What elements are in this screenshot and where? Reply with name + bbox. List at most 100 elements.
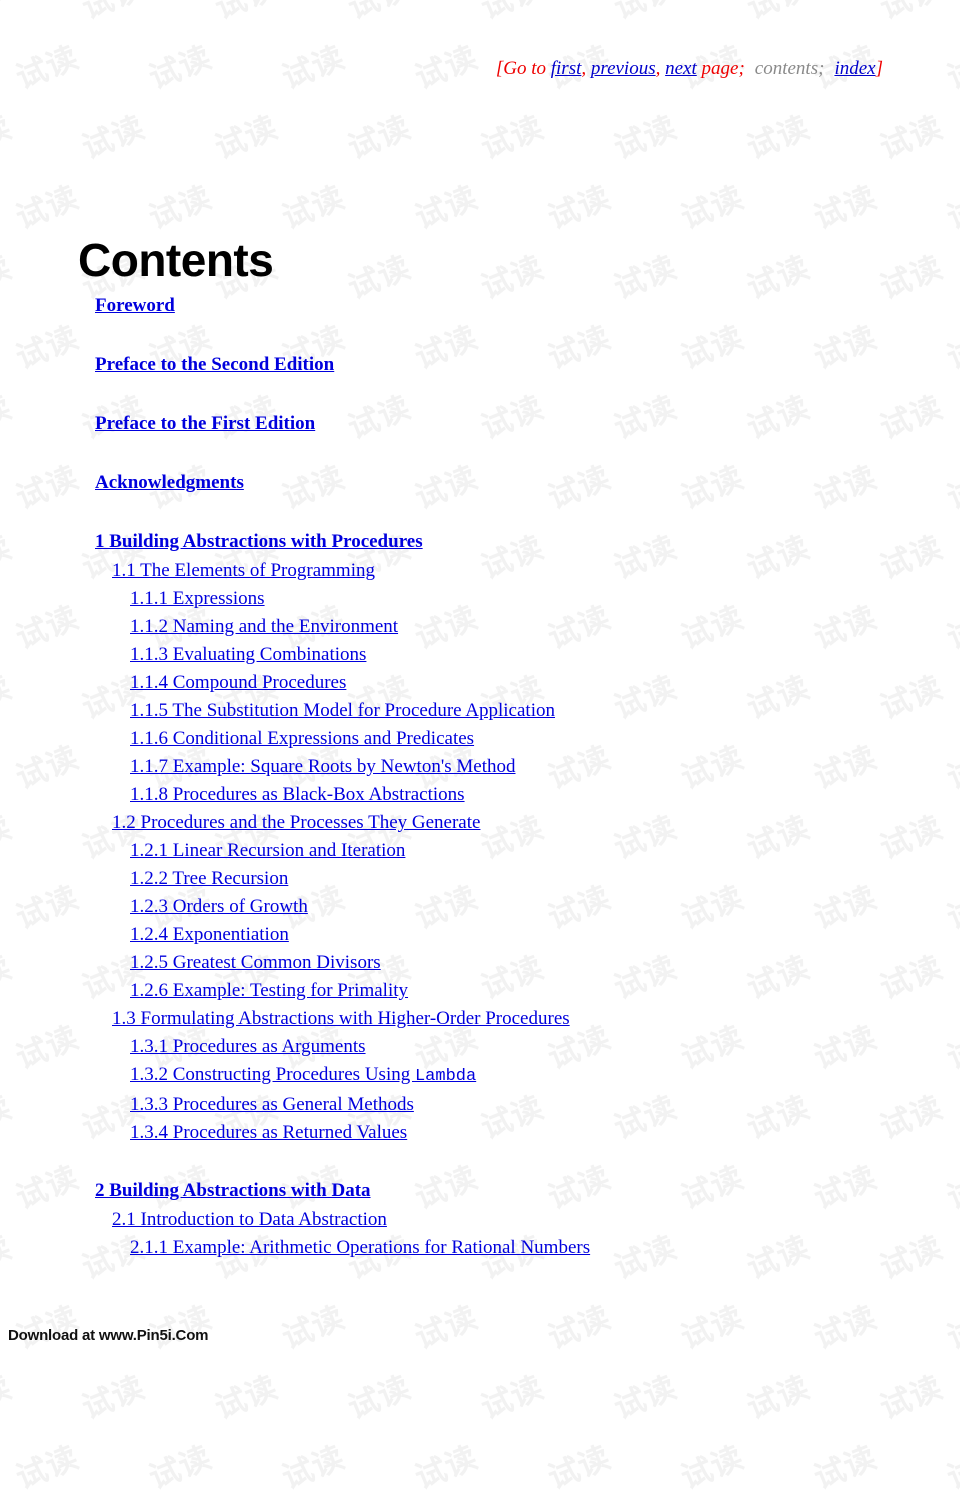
- toc-entry-link[interactable]: 1.1.4 Compound Procedures: [130, 669, 960, 697]
- toc-entry-link[interactable]: 1.1.8 Procedures as Black-Box Abstractio…: [130, 781, 960, 809]
- nav-comma-2: ,: [655, 58, 666, 79]
- toc-entry-link[interactable]: 2.1.1 Example: Arithmetic Operations for…: [130, 1234, 960, 1262]
- watermark-text: 试读: [869, 1468, 960, 1500]
- toc-entry-label: 1.3 Formulating Abstractions with Higher…: [112, 1008, 570, 1029]
- toc-entry-link[interactable]: 1.2 Procedures and the Processes They Ge…: [112, 809, 960, 837]
- watermark-text: 试读: [204, 1468, 354, 1500]
- toc-entry-link[interactable]: Foreword: [95, 291, 960, 321]
- toc-entry-label: 1.1.4 Compound Procedures: [130, 672, 347, 693]
- toc-entry-label: 1.2.5 Greatest Common Divisors: [130, 952, 381, 973]
- toc-entry-label: 1.3.4 Procedures as Returned Values: [130, 1122, 408, 1143]
- toc-entry-link[interactable]: 2 Building Abstractions with Data: [95, 1176, 960, 1206]
- toc-entry-label: Acknowledgments: [95, 472, 244, 493]
- toc-entry-link[interactable]: 1.1.6 Conditional Expressions and Predic…: [130, 725, 960, 753]
- toc-entry-link[interactable]: 1.2.1 Linear Recursion and Iteration: [130, 837, 960, 865]
- toc-entry-link[interactable]: 1.2.2 Tree Recursion: [130, 865, 960, 893]
- watermark-row: 试读试读试读试读试读试读试读试读试读试读: [0, 1420, 960, 1496]
- toc-entry-link[interactable]: 1.3.3 Procedures as General Methods: [130, 1091, 960, 1119]
- toc-entry-link[interactable]: 1.1.5 The Substitution Model for Procedu…: [130, 697, 960, 725]
- toc-entry-label: 1.1.8 Procedures as Black-Box Abstractio…: [130, 784, 465, 805]
- toc-entry-link[interactable]: 2.1 Introduction to Data Abstraction: [112, 1206, 960, 1234]
- toc-entry-label: Preface to the First Edition: [95, 413, 316, 434]
- toc-entry-label: 1.3.1 Procedures as Arguments: [130, 1036, 366, 1057]
- toc-entry-label: 1.3.2 Constructing Procedures Using: [130, 1064, 415, 1085]
- toc-entry-label: 2 Building Abstractions with Data: [95, 1180, 371, 1201]
- toc-entry-link[interactable]: 1.1.7 Example: Square Roots by Newton's …: [130, 753, 960, 781]
- toc-entry-link[interactable]: 1.1.3 Evaluating Combinations: [130, 641, 960, 669]
- toc-entry-link[interactable]: 1.2.5 Greatest Common Divisors: [130, 949, 960, 977]
- watermark-text: 试读: [809, 1439, 882, 1497]
- toc-entry-link[interactable]: 1.1.1 Expressions: [130, 585, 960, 613]
- nav-link-first[interactable]: first: [551, 58, 582, 79]
- toc-entry-label: 1 Building Abstractions with Procedures: [95, 531, 423, 552]
- toc-entry-link[interactable]: 1.2.6 Example: Testing for Primality: [130, 977, 960, 1005]
- toc-group: Preface to the First Edition: [0, 409, 960, 439]
- toc-entry-label: 1.1 The Elements of Programming: [112, 560, 375, 581]
- toc-entry-label: 1.2 Procedures and the Processes They Ge…: [112, 812, 481, 833]
- toc-group: 2 Building Abstractions with Data 2.1 Int…: [0, 1176, 960, 1262]
- nav-page-text: page;: [696, 58, 745, 79]
- toc-entry-label: Preface to the Second Edition: [95, 354, 335, 375]
- watermark-text: 试读: [0, 1468, 87, 1500]
- watermark-text: 试读: [543, 1439, 616, 1497]
- watermark-text: 试读: [337, 1468, 487, 1500]
- toc-entry-label: Foreword: [95, 295, 175, 316]
- watermark-row: 试读试读试读试读试读试读试读试读试读试读: [0, 1490, 960, 1500]
- toc-entry-link[interactable]: 1.1.2 Naming and the Environment: [130, 613, 960, 641]
- watermark-text: 试读: [942, 1439, 960, 1497]
- toc-entry-label: 1.2.4 Exponentiation: [130, 924, 289, 945]
- toc-entry-label: 1.2.6 Example: Testing for Primality: [130, 980, 409, 1001]
- watermark-text: 试读: [603, 1468, 753, 1500]
- toc-entry-link[interactable]: 1 Building Abstractions with Procedures: [95, 527, 960, 557]
- watermark-text: 试读: [470, 1468, 620, 1500]
- toc-entry-label: 1.2.2 Tree Recursion: [130, 868, 289, 889]
- toc-entry-label: 1.1.7 Example: Square Roots by Newton's …: [130, 756, 516, 777]
- toc-group: Foreword: [0, 291, 960, 321]
- toc-entry-link[interactable]: Acknowledgments: [95, 468, 960, 498]
- toc-entry-label: 1.1.2 Naming and the Environment: [130, 616, 399, 637]
- watermark-text: 试读: [676, 1439, 749, 1497]
- toc-entry-label: 1.2.1 Linear Recursion and Iteration: [130, 840, 406, 861]
- toc-group: Preface to the Second Edition: [0, 350, 960, 380]
- toc-entry-label: 1.1.5 The Substitution Model for Procedu…: [130, 700, 555, 721]
- nav-close-bracket: ]: [875, 58, 883, 79]
- navigation-bar: [Go to first, previous, next page; conten…: [0, 58, 883, 80]
- watermark-text: 试读: [736, 1468, 886, 1500]
- toc-entry-link[interactable]: 1.3.2 Constructing Procedures Using Lamb…: [130, 1061, 960, 1091]
- nav-contents-label: contents;: [754, 58, 825, 79]
- toc-entry-link[interactable]: 1.3.4 Procedures as Returned Values: [130, 1119, 960, 1147]
- toc-group: 1 Building Abstractions with Procedures 1…: [0, 527, 960, 1147]
- footer-watermark-text: Download at www.Pin5i.Com: [8, 1327, 209, 1344]
- table-of-contents: Foreword Preface to the Second Edition Pre…: [0, 291, 960, 1262]
- nav-link-index[interactable]: index: [834, 58, 875, 79]
- watermark-text: 试读: [277, 1439, 350, 1497]
- toc-entry-link[interactable]: 1.2.3 Orders of Growth: [130, 893, 960, 921]
- nav-goto-text: Go to: [503, 58, 551, 79]
- toc-entry-label: 2.1 Introduction to Data Abstraction: [112, 1209, 387, 1230]
- watermark-text: 试读: [410, 1439, 483, 1497]
- page-content: [Go to first, previous, next page; conten…: [0, 0, 960, 1357]
- toc-entry-label: 1.1.1 Expressions: [130, 588, 265, 609]
- watermark-text: 试读: [0, 1398, 21, 1500]
- toc-entry-link[interactable]: 1.2.4 Exponentiation: [130, 921, 960, 949]
- toc-entry-label: 1.2.3 Orders of Growth: [130, 896, 308, 917]
- page-title: Contents: [78, 233, 274, 286]
- toc-group: Acknowledgments: [0, 468, 960, 498]
- toc-entry-link[interactable]: Preface to the First Edition: [95, 409, 960, 439]
- nav-link-previous[interactable]: previous: [591, 58, 656, 79]
- watermark-text: 试读: [71, 1468, 221, 1500]
- toc-entry-label: 1.3.3 Procedures as General Methods: [130, 1094, 414, 1115]
- toc-entry-label: 1.1.6 Conditional Expressions and Predic…: [130, 728, 475, 749]
- toc-entry-link[interactable]: 1.1 The Elements of Programming: [112, 557, 960, 585]
- toc-entry-code-label: Lambda: [414, 1067, 477, 1086]
- toc-entry-label: 1.1.3 Evaluating Combinations: [130, 644, 367, 665]
- toc-entry-label: 2.1.1 Example: Arithmetic Operations for…: [130, 1237, 591, 1258]
- nav-comma-1: ,: [581, 58, 591, 79]
- nav-link-next[interactable]: next: [665, 58, 697, 79]
- toc-entry-link[interactable]: 1.3.1 Procedures as Arguments: [130, 1033, 960, 1061]
- toc-entry-link[interactable]: Preface to the Second Edition: [95, 350, 960, 380]
- watermark-text: 试读: [11, 1439, 84, 1497]
- watermark-row: 试读试读试读试读试读试读试读试读试读试读: [0, 1350, 960, 1426]
- watermark-text: 试读: [144, 1439, 217, 1497]
- toc-entry-link[interactable]: 1.3 Formulating Abstractions with Higher…: [112, 1005, 960, 1033]
